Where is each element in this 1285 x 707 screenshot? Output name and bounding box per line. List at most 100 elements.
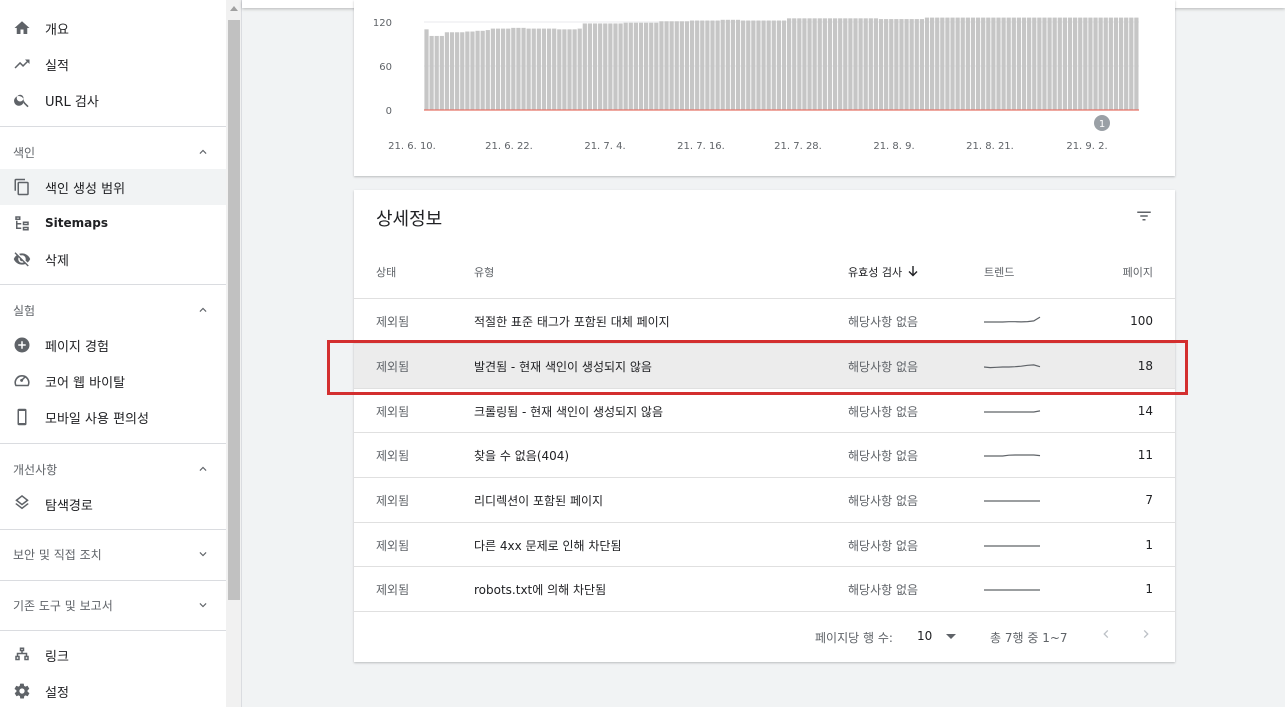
chart-bar [940,17,945,111]
chart-bar [771,20,776,110]
nav-item-breadcrumbs[interactable]: 탐색경로 [0,486,226,522]
nav-item-removals[interactable]: 삭제 [0,241,226,277]
chart-bar [546,28,552,111]
row-trend-sparkline [984,567,1044,611]
chart-bar [552,28,557,111]
chart-bar [955,17,960,111]
dropdown-caret-icon[interactable] [946,634,956,639]
section-header-security[interactable]: 보안 및 직접 조치 [0,539,226,569]
table-row[interactable]: 제외됨 발견됨 - 현재 색인이 생성되지 않음 해당사항 없음 18 [354,343,1175,388]
table-row[interactable]: 제외됨 다른 4xx 문제로 인해 차단됨 해당사항 없음 1 [354,522,1175,567]
chart-bar [1134,17,1139,111]
sidebar-scrollbar[interactable] [226,0,242,707]
chart-bar [781,20,787,110]
nav-item-links[interactable]: 링크 [0,637,226,673]
chart-bar [705,20,710,110]
chart-bar [812,18,817,110]
chart-bar [1113,17,1119,111]
section-header-legacy[interactable]: 기존 도구 및 보고서 [0,590,226,620]
coverage-chart-card: 120 60 0 21. 6. 10. 21. 6. 22. 21. 7. 4. 21. 7… [354,0,1175,176]
divider [0,580,226,581]
copy-icon [13,178,31,196]
table-row[interactable]: 제외됨 적절한 표준 태그가 포함된 대체 페이지 해당사항 없음 100 [354,298,1175,343]
x-tick-label: 21. 9. 2. [1066,141,1107,152]
chart-bar [838,18,843,110]
scrollbar-thumb[interactable] [228,20,240,600]
column-header-type[interactable]: 유형 [474,264,494,280]
chart-bar [465,31,470,110]
pagination-range: 총 7행 중 1~7 [990,631,1068,645]
chart-bar [710,20,715,110]
chart-bar [490,28,495,111]
chart-bar [582,23,587,110]
nav-item-page-experience[interactable]: 페이지 경험 [0,327,226,363]
nav-item-performance[interactable]: 실적 [0,46,226,82]
chart-bar [935,17,940,111]
row-status: 제외됨 [376,314,410,329]
chart-bar [1073,17,1078,111]
table-row[interactable]: 제외됨 크롤링됨 - 현재 색인이 생성되지 않음 해당사항 없음 14 [354,388,1175,433]
chart-bar [654,22,659,110]
chart-bar [848,18,853,110]
chart-bar [633,22,638,110]
chart-bar [1088,17,1093,111]
nav-item-url-inspection[interactable]: URL 검사 [0,82,226,118]
chart-bar [1118,17,1124,111]
nav-item-overview[interactable]: 개요 [0,10,226,46]
chart-bar [766,20,771,110]
chart-bar [562,29,567,110]
row-status: 제외됨 [376,448,410,463]
chart-bar [1047,17,1052,111]
chart-bar [444,32,450,111]
chart-bar [991,17,996,111]
nav-item-mobile-usability[interactable]: 모바일 사용 편의성 [0,399,226,435]
y-tick-label: 0 [386,106,392,117]
section-header-enhancements[interactable]: 개선사항 [0,454,226,484]
sparkline-path [984,410,1041,413]
row-type: 리디렉션이 포함된 페이지 [474,493,604,508]
chart-bar [516,27,521,110]
chart-bar [521,27,526,110]
settings-icon [13,682,31,700]
rows-per-page-select[interactable]: 10 [917,629,932,643]
chart-bar [684,21,690,111]
scroll-up-arrow-icon[interactable] [230,6,238,11]
nav-item-core-web-vitals[interactable]: 코어 웹 바이탈 [0,363,226,399]
row-status: 제외됨 [376,582,410,597]
table-row[interactable]: 제외됨 리디렉션이 포함된 페이지 해당사항 없음 7 [354,477,1175,522]
chart-bar [827,18,833,110]
chart-bar [802,18,807,110]
nav-item-label: 색인 생성 범위 [45,181,126,197]
chart-bar [470,31,475,110]
column-header-pages[interactable]: 페이지 [1123,264,1153,280]
chart-bar [587,23,593,110]
chevron-up-icon [199,466,207,471]
chevron-right-icon[interactable] [1138,626,1154,642]
column-header-validation[interactable]: 유효성 검사 [848,264,918,280]
chart-bar [1098,17,1103,111]
details-card: 상세정보 상태 유형 유효성 검사 트렌드 페이지 제외됨 적절한 표준 태그가… [354,190,1175,662]
chart-bar [659,21,664,111]
row-status: 제외됨 [376,404,410,419]
nav-item-label: URL 검사 [45,94,99,110]
chart-bar [746,20,751,110]
section-header-experience[interactable]: 실험 [0,295,226,325]
chart-bar [424,29,429,110]
filter-icon[interactable] [1134,207,1154,225]
layers-icon [13,495,31,513]
nav-item-settings[interactable]: 설정 [0,673,226,707]
chevron-left-icon[interactable] [1098,626,1114,642]
chart-bar [1108,17,1113,111]
chart-bar [843,18,848,110]
sparkline-path [984,316,1041,323]
row-type: robots.txt에 의해 차단됨 [474,582,607,597]
nav-item-coverage[interactable]: 색인 생성 범위 [0,169,226,205]
table-row[interactable]: 제외됨 찾을 수 없음(404) 해당사항 없음 11 [354,432,1175,477]
table-row[interactable]: 제외됨 robots.txt에 의해 차단됨 해당사항 없음 1 [354,566,1175,611]
column-header-status[interactable]: 상태 [376,264,396,280]
nav-item-sitemaps[interactable]: Sitemaps [0,205,226,241]
row-trend-sparkline [984,478,1044,522]
row-type: 찾을 수 없음(404) [474,448,570,463]
section-header-index[interactable]: 색인 [0,137,226,167]
chart-bar [965,17,970,111]
